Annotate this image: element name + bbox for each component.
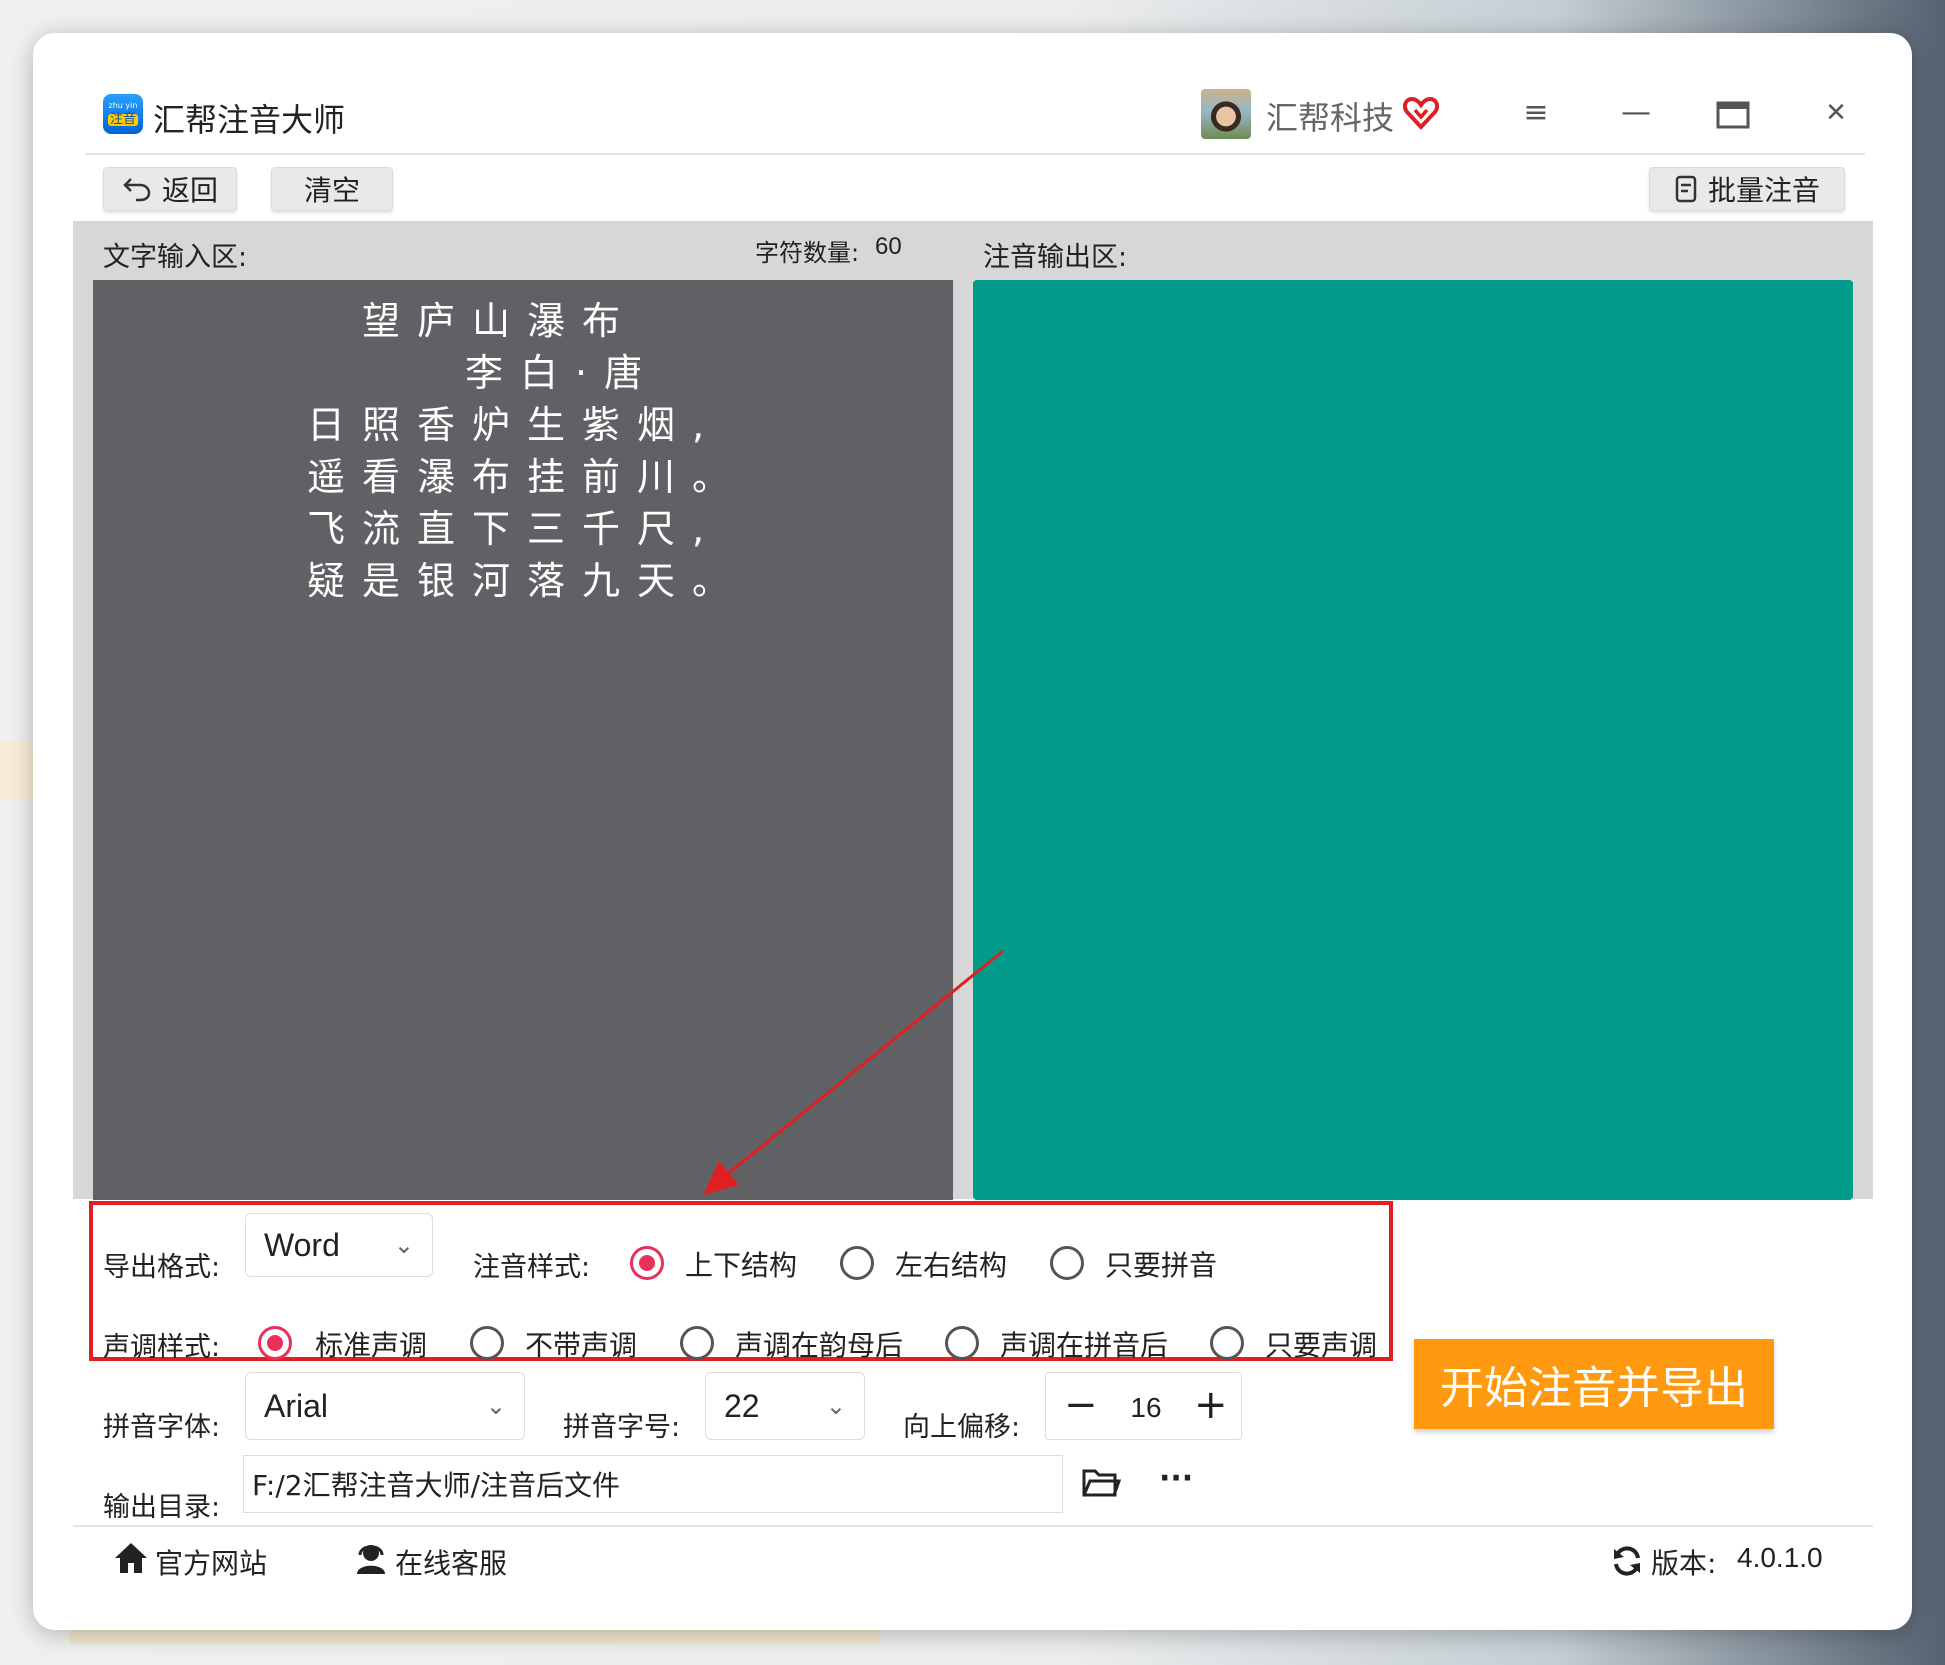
option-label: 声调在拼音后 [1000, 1329, 1169, 1362]
poem-line: 李白·唐 [465, 351, 660, 395]
more-dots-icon[interactable]: ··· [1159, 1461, 1193, 1496]
option-label: 只要拼音 [1105, 1249, 1218, 1282]
headset-icon [353, 1541, 389, 1575]
radio-tone-none[interactable] [470, 1326, 504, 1360]
refresh-icon[interactable] [1611, 1545, 1643, 1577]
annotation-arrow [703, 949, 1004, 1195]
version-label: 版本: [1651, 1547, 1717, 1580]
chevron-down-icon: ⌄ [393, 1231, 414, 1259]
start-button-label: 开始注音并导出 [1440, 1363, 1748, 1414]
offset-stepper[interactable]: − 16 + [1045, 1372, 1242, 1440]
maximize-icon[interactable] [1716, 101, 1750, 129]
input-area-label: 文字输入区: [103, 242, 248, 273]
offset-value: 16 [1130, 1392, 1162, 1423]
menu-hamburger-icon[interactable]: ≡ [1516, 93, 1556, 133]
radio-pinyin-only[interactable] [1050, 1246, 1084, 1280]
title-divider [85, 153, 1865, 155]
poem-line: 疑是银河落九天。 [307, 559, 748, 603]
app-logo-text: 注音 [108, 112, 138, 127]
pinyin-font-value: Arial [264, 1387, 329, 1424]
pinyin-style-label: 注音样式: [473, 1252, 591, 1283]
poem-line: 日照香炉生紫烟, [307, 403, 722, 447]
home-icon [113, 1541, 149, 1575]
pinyin-font-select[interactable]: Arial ⌄ [245, 1372, 525, 1440]
pinyin-size-value: 22 [724, 1387, 760, 1424]
online-support-link[interactable]: 在线客服 [395, 1542, 507, 1582]
user-name[interactable]: 汇帮科技 [1266, 93, 1394, 139]
option-label: 不带声调 [525, 1329, 638, 1362]
increment-button[interactable]: + [1194, 1383, 1228, 1427]
pinyin-size-select[interactable]: 22 ⌄ [705, 1372, 865, 1440]
minimize-icon[interactable]: — [1616, 93, 1656, 133]
app-logo-icon: zhu yin 注音 [103, 94, 143, 134]
offset-label: 向上偏移: [903, 1412, 1021, 1443]
chevron-down-icon: ⌄ [485, 1392, 506, 1420]
close-icon[interactable]: ✕ [1816, 93, 1856, 133]
batch-document-icon [1675, 175, 1697, 203]
tone-style-label: 声调样式: [103, 1332, 221, 1363]
export-format-value: Word [264, 1226, 340, 1263]
char-count-value: 60 [875, 233, 902, 260]
footer-divider [73, 1525, 1873, 1527]
radio-tone-only[interactable] [1210, 1326, 1244, 1360]
start-annotate-export-button[interactable]: 开始注音并导出 [1414, 1339, 1774, 1429]
pinyin-output-area[interactable] [973, 280, 1853, 1200]
clear-button[interactable]: 清空 [271, 167, 393, 211]
radio-pinyin-style-left-right[interactable] [840, 1246, 874, 1280]
option-label: 只要声调 [1265, 1329, 1378, 1362]
option-label: 标准声调 [315, 1329, 428, 1362]
option-label: 上下结构 [685, 1249, 798, 1282]
vip-heart-badge-icon[interactable] [1403, 95, 1439, 131]
desktop-background-strip-bottom [70, 1630, 880, 1644]
clear-button-label: 清空 [303, 174, 360, 207]
poem-line: 遥看瀑布挂前川。 [307, 455, 748, 499]
poem-line: 飞流直下三千尺, [307, 507, 722, 551]
app-window: zhu yin 注音 汇帮注音大师 汇帮科技 ≡ — ✕ 返回 清空 批量注音 … [33, 33, 1912, 1630]
radio-tone-after-final[interactable] [680, 1326, 714, 1360]
export-format-label: 导出格式: [103, 1252, 221, 1283]
back-button-label: 返回 [161, 174, 218, 207]
back-button[interactable]: 返回 [103, 167, 237, 211]
user-avatar[interactable] [1201, 89, 1251, 139]
radio-tone-standard[interactable] [258, 1326, 292, 1360]
output-area-label: 注音输出区: [983, 242, 1128, 273]
batch-annotate-button[interactable]: 批量注音 [1649, 167, 1845, 211]
decrement-button[interactable]: − [1064, 1383, 1098, 1427]
chevron-down-icon: ⌄ [825, 1392, 846, 1420]
batch-annotate-label: 批量注音 [1707, 174, 1820, 207]
folder-open-icon[interactable] [1081, 1465, 1121, 1501]
app-title: 汇帮注音大师 [153, 101, 346, 139]
radio-pinyin-style-top-bottom[interactable] [630, 1246, 664, 1280]
pinyin-font-label: 拼音字体: [103, 1412, 221, 1443]
official-website-link[interactable]: 官方网站 [155, 1542, 267, 1582]
pinyin-size-label: 拼音字号: [563, 1412, 681, 1443]
output-dir-label: 输出目录: [103, 1492, 221, 1523]
app-logo-subtext: zhu yin [108, 101, 138, 110]
poem-line: 望庐山瀑布 [362, 299, 638, 343]
output-dir-input[interactable]: F:/2汇帮注音大师/注音后文件 [243, 1455, 1063, 1513]
option-label: 左右结构 [895, 1249, 1008, 1282]
radio-tone-after-pinyin[interactable] [945, 1326, 979, 1360]
char-count-label: 字符数量: [755, 239, 860, 267]
version-value: 4.0.1.0 [1737, 1542, 1823, 1573]
export-format-select[interactable]: Word ⌄ [245, 1213, 433, 1277]
back-arrow-icon [123, 178, 151, 202]
option-label: 声调在韵母后 [735, 1329, 904, 1362]
